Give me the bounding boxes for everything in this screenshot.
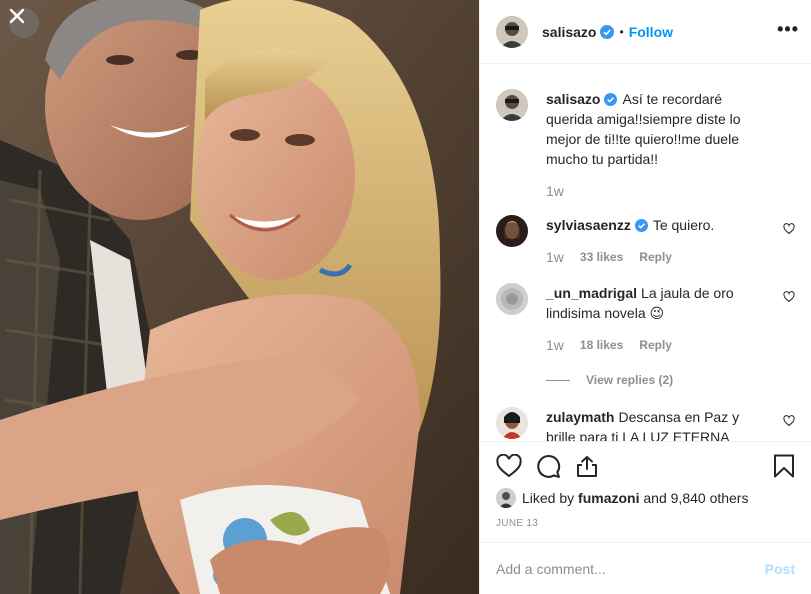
heart-icon[interactable] (783, 291, 795, 303)
caption-username[interactable]: salisazo (546, 91, 600, 107)
share-icon (577, 456, 597, 477)
view-replies-label: View replies (2) (586, 373, 674, 387)
avatar[interactable] (496, 15, 528, 48)
likes-user[interactable]: fumazoni (578, 490, 639, 506)
post-actions: Liked by fumazoni and 9,840 others JUNE … (480, 441, 811, 541)
heart-icon[interactable] (783, 223, 795, 235)
add-comment-bar: Post (480, 542, 811, 594)
verified-icon (634, 219, 648, 232)
post-date[interactable]: JUNE 13 (496, 518, 795, 529)
comment-username[interactable]: sylviasaenzz (546, 217, 631, 233)
comment-meta: 1w 33 likes Reply (546, 247, 771, 267)
post-image (0, 0, 479, 594)
close-icon (9, 8, 25, 24)
comment-input[interactable] (496, 560, 765, 577)
heart-icon[interactable] (783, 415, 795, 427)
close-button[interactable] (9, 8, 39, 38)
avatar[interactable] (496, 89, 528, 121)
comment-time[interactable]: 1w (546, 335, 564, 355)
share-button[interactable] (575, 454, 599, 478)
post-photo (0, 0, 479, 594)
verified-icon (600, 24, 615, 39)
post-details-panel: salisazo • Follow ••• salisazo Así te rec… (479, 0, 811, 594)
comment-time[interactable]: 1w (546, 247, 564, 267)
comment-item: _un_madrigal La jaula de oro lindisima no… (496, 283, 795, 355)
like-button[interactable] (496, 454, 522, 478)
follow-button[interactable]: Follow (629, 24, 673, 40)
post-comment-button[interactable]: Post (765, 561, 795, 577)
separator-dot: • (619, 24, 624, 39)
avatar[interactable] (496, 488, 516, 508)
likes-others[interactable]: and 9,840 others (643, 490, 748, 506)
caption-meta: 1w (546, 181, 771, 201)
reply-button[interactable]: Reply (639, 335, 672, 355)
post-username[interactable]: salisazo (542, 24, 596, 40)
comment-icon (537, 454, 561, 478)
comment-text: Te quiero. (652, 217, 715, 233)
avatar[interactable] (496, 283, 528, 315)
likes-prefix: Liked by (522, 490, 575, 506)
comments-list[interactable]: salisazo Así te recordaré querida amiga!!… (480, 65, 811, 441)
comment-likes[interactable]: 18 likes (580, 335, 623, 355)
avatar[interactable] (496, 215, 528, 247)
comment-username[interactable]: zulaymath (546, 409, 614, 425)
reply-button[interactable]: Reply (639, 247, 672, 267)
action-icons (496, 442, 795, 490)
save-button[interactable] (773, 454, 795, 478)
comment-username[interactable]: _un_madrigal (546, 285, 637, 301)
likes-summary: Liked by fumazoni and 9,840 others (496, 488, 795, 508)
bookmark-icon (774, 454, 794, 478)
comment-button[interactable] (536, 454, 561, 479)
more-options-button[interactable]: ••• (777, 20, 799, 38)
caption: salisazo Así te recordaré querida amiga!!… (496, 89, 795, 201)
comment-meta: 1w 18 likes Reply (546, 335, 771, 355)
comment-item: sylviasaenzz Te quiero. 1w 33 likes Reply (496, 215, 795, 267)
verified-icon (604, 93, 618, 106)
comment-likes[interactable]: 33 likes (580, 247, 623, 267)
comment-item: zulaymath Descansa en Paz y brille para t… (496, 407, 795, 441)
heart-icon (496, 454, 522, 478)
avatar[interactable] (496, 407, 528, 439)
post-header: salisazo • Follow ••• (480, 0, 811, 64)
caption-time[interactable]: 1w (546, 181, 564, 201)
view-replies-button[interactable]: View replies (2) (546, 373, 795, 387)
view-replies-line (546, 379, 570, 381)
